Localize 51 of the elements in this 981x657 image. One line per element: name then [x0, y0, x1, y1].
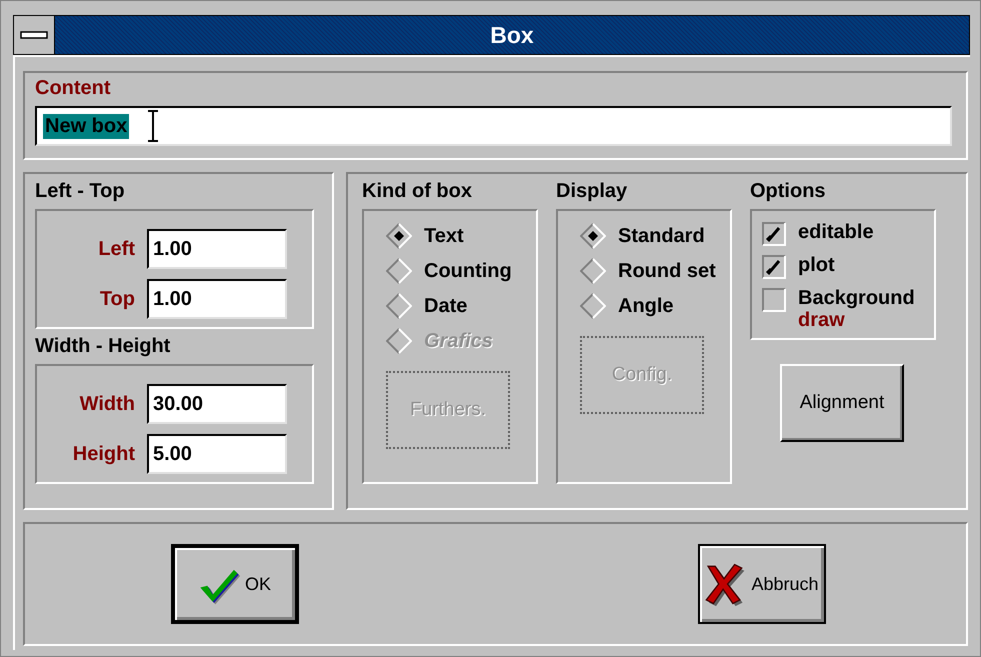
window-title: Box: [490, 22, 534, 48]
radio-button[interactable]: [580, 293, 606, 319]
radio-option[interactable]: Date: [386, 293, 536, 319]
radio-button[interactable]: [580, 223, 606, 249]
checkbox[interactable]: [762, 255, 786, 279]
cancel-button[interactable]: Abbruch: [698, 544, 826, 624]
radio-label: Text: [424, 224, 464, 248]
radio-label: Grafics: [424, 330, 493, 352]
radio-label: Angle: [618, 294, 674, 318]
checkbox-option[interactable]: Background draw: [762, 287, 934, 330]
radio-option[interactable]: Round set: [580, 258, 730, 284]
group-heading: Options: [750, 180, 827, 203]
field-label: Top: [98, 288, 135, 310]
checkbox[interactable]: [762, 288, 786, 312]
radio-option[interactable]: Angle: [580, 293, 730, 319]
input-field[interactable]: 1.00: [147, 229, 287, 269]
group-heading: Display: [556, 180, 628, 203]
checkbox-sublabel: draw: [798, 310, 846, 330]
input-field[interactable]: 30.00: [147, 384, 287, 424]
alignment-button[interactable]: Alignment: [780, 364, 904, 442]
input-field[interactable]: 5.00: [147, 434, 287, 474]
group-heading: Width - Height: [35, 335, 172, 358]
radio-button[interactable]: [386, 293, 412, 319]
minus-icon: [20, 31, 48, 39]
group-heading: Kind of box: [362, 180, 473, 203]
radio-label: Round set: [618, 260, 716, 282]
input-field[interactable]: New box: [35, 106, 952, 146]
ok-button[interactable]: OK: [171, 544, 299, 624]
checkbox[interactable]: [762, 222, 786, 246]
radio-option[interactable]: Counting: [386, 258, 536, 284]
radio-label: Standard: [618, 224, 705, 248]
group-heading: Left - Top: [35, 180, 126, 203]
checkbox-label: Background: [798, 287, 915, 310]
field-label: Content: [35, 77, 112, 100]
checkbox-option[interactable]: editable: [762, 221, 934, 246]
radio-label: Date: [424, 294, 468, 318]
radio-option[interactable]: Text: [386, 223, 536, 249]
field-label: Left: [97, 238, 135, 260]
field-label: Width: [78, 392, 135, 416]
radio-button[interactable]: [386, 223, 412, 249]
radio-label: Counting: [424, 260, 512, 282]
checkbox-option[interactable]: plot: [762, 254, 934, 279]
text-cursor-icon: [147, 110, 160, 142]
radio-button[interactable]: [386, 258, 412, 284]
input-field[interactable]: 1.00: [147, 279, 287, 319]
field-value: New box: [43, 114, 130, 138]
radio-button[interactable]: [580, 258, 606, 284]
field-label: Height: [72, 442, 135, 466]
checkbox-label: editable: [798, 221, 874, 244]
checkbox-label: plot: [798, 254, 835, 277]
radio-option[interactable]: Standard: [580, 223, 730, 249]
